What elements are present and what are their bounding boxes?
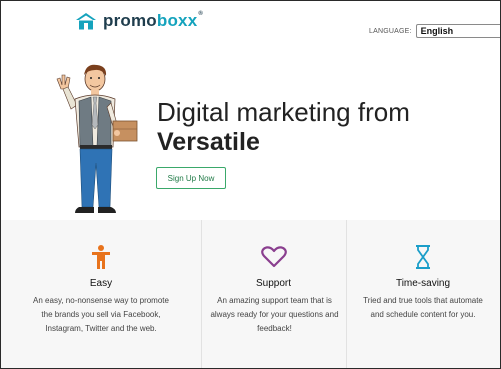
logo-wordmark: promoboxx® — [103, 11, 203, 31]
logo-trademark: ® — [198, 11, 203, 17]
hero-headline-line2: Versatile — [157, 128, 260, 156]
hourglass-icon — [416, 245, 430, 269]
heart-icon — [260, 246, 287, 268]
feature-description: An easy, no-nonsense way to promote the … — [33, 296, 169, 333]
hero-headline-line1: Digital marketing from — [157, 97, 410, 127]
features-section: Easy An easy, no-nonsense way to promote… — [1, 220, 500, 368]
feature-title: Support — [255, 278, 292, 289]
sign-up-button[interactable]: Sign Up Now — [156, 167, 226, 189]
feature-description: An amazing support team that is always r… — [210, 296, 339, 333]
feature-title: Time-saving — [395, 278, 451, 289]
language-label: LANGUAGE: — [369, 27, 412, 35]
feature-time-saving: Time-saving Tried and true tools that au… — [346, 220, 500, 368]
page: promoboxx® LANGUAGE: English Digital mar… — [0, 0, 501, 369]
language-dropdown[interactable]: English — [415, 24, 500, 38]
language-selector: LANGUAGE: English — [369, 24, 500, 38]
promoboxx-logo[interactable]: promoboxx® — [74, 11, 203, 31]
mascot-illustration — [56, 64, 138, 213]
box-logo-icon — [76, 13, 96, 30]
language-selected-value: English — [420, 26, 454, 36]
feature-support: Support An amazing support team that is … — [201, 220, 346, 368]
feature-description: Tried and true tools that automate and s… — [363, 296, 483, 319]
feature-easy: Easy An easy, no-nonsense way to promote… — [1, 220, 201, 368]
person-icon — [92, 245, 110, 269]
logo-text-promo: promo — [103, 11, 157, 30]
feature-title: Easy — [89, 278, 113, 289]
logo-text-boxx: boxx — [156, 11, 198, 30]
